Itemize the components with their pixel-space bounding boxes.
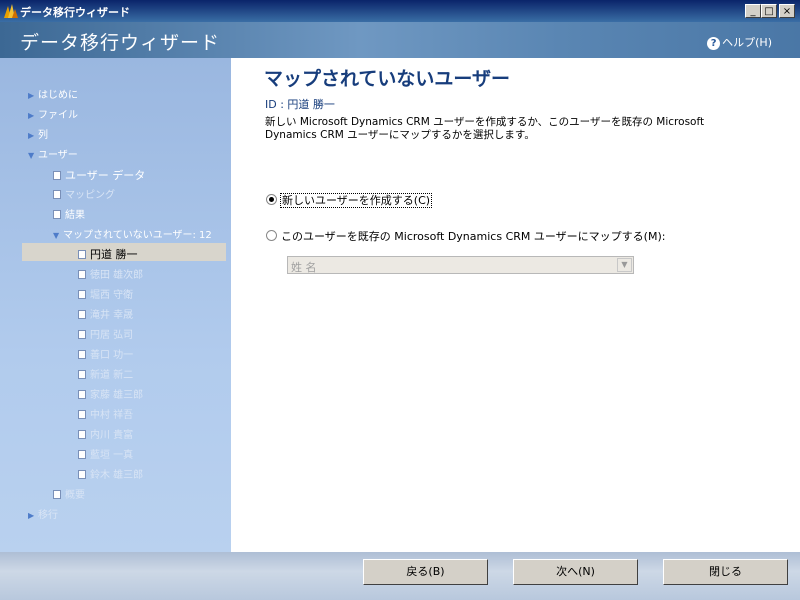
- dropdown-value: 姓 名: [291, 261, 317, 274]
- nav-user[interactable]: 藍垣 一真: [78, 446, 133, 461]
- nav-user-selected[interactable]: 円道 勝一: [78, 246, 138, 262]
- map-existing-user-option[interactable]: このユーザーを既存の Microsoft Dynamics CRM ユーザーにマ…: [266, 228, 665, 244]
- maximize-button[interactable]: □: [761, 4, 777, 18]
- nav-user[interactable]: 中村 祥吾: [78, 406, 133, 421]
- nav-item-columns[interactable]: ▶ 列: [28, 126, 48, 141]
- page-icon: [78, 270, 86, 279]
- nav-user[interactable]: 滝井 幸晟: [78, 306, 133, 321]
- page-icon: [53, 490, 61, 499]
- title-bar: データ移行ウィザード _ □ ×: [0, 0, 800, 22]
- instruction-text: 新しい Microsoft Dynamics CRM ユーザーを作成するか、この…: [265, 116, 705, 141]
- page-icon: [78, 370, 86, 379]
- radio-button-selected[interactable]: [266, 194, 277, 205]
- nav-item-users[interactable]: ▼ ユーザー: [28, 146, 78, 161]
- nav-user[interactable]: 新道 新二: [78, 366, 133, 381]
- page-icon: [53, 190, 61, 199]
- crm-user-dropdown[interactable]: 姓 名 ▼: [287, 256, 634, 274]
- triangle-down-icon: ▼: [53, 231, 60, 240]
- triangle-right-icon: ▶: [28, 511, 35, 520]
- create-new-user-label[interactable]: 新しいユーザーを作成する(C): [279, 193, 433, 208]
- window-title: データ移行ウィザード: [20, 6, 130, 19]
- app-logo-icon: [4, 4, 18, 18]
- help-icon: ?: [707, 37, 721, 50]
- page-icon: [53, 210, 61, 219]
- nav-user[interactable]: 鈴木 雄三郎: [78, 466, 143, 481]
- minimize-button[interactable]: _: [745, 4, 761, 18]
- page-icon: [78, 310, 86, 319]
- wizard-banner: データ移行ウィザード ? ヘルプ(H): [0, 22, 800, 58]
- page-icon: [78, 330, 86, 339]
- page-icon: [53, 171, 61, 180]
- close-button[interactable]: 閉じる: [663, 559, 788, 585]
- nav-user[interactable]: 善口 功一: [78, 346, 133, 361]
- nav-item-unmapped-users[interactable]: ▼ マップされていないユーザー: 12: [53, 226, 212, 241]
- nav-user[interactable]: 円居 弘司: [78, 326, 133, 341]
- nav-item-user-data[interactable]: ユーザー データ: [53, 167, 145, 183]
- nav-item-file[interactable]: ▶ ファイル: [28, 106, 78, 121]
- page-icon: [78, 450, 86, 459]
- help-link[interactable]: ? ヘルプ(H): [707, 34, 772, 50]
- back-button[interactable]: 戻る(B): [363, 559, 488, 585]
- nav-item-summary[interactable]: 概要: [53, 486, 85, 501]
- nav-user[interactable]: 家藤 雄三郎: [78, 386, 143, 401]
- close-window-button[interactable]: ×: [779, 4, 795, 18]
- next-button[interactable]: 次へ(N): [513, 559, 638, 585]
- nav-item-mapping[interactable]: マッピング: [53, 186, 115, 201]
- page-icon: [78, 410, 86, 419]
- create-new-user-option[interactable]: 新しいユーザーを作成する(C): [266, 192, 433, 208]
- triangle-right-icon: ▶: [28, 91, 35, 100]
- radio-button[interactable]: [266, 230, 277, 241]
- user-id-label: ID : 円道 勝一: [265, 98, 335, 111]
- page-icon: [78, 350, 86, 359]
- nav-user[interactable]: 堀西 守衛: [78, 286, 133, 301]
- nav-item-migration[interactable]: ▶ 移行: [28, 506, 58, 521]
- help-label: ヘルプ(H): [722, 36, 772, 49]
- page-icon: [78, 290, 86, 299]
- map-existing-user-label[interactable]: このユーザーを既存の Microsoft Dynamics CRM ユーザーにマ…: [281, 230, 665, 243]
- banner-title: データ移行ウィザード: [20, 32, 221, 54]
- page-heading: マップされていないユーザー: [264, 68, 511, 90]
- nav-user[interactable]: 徳田 雄次郎: [78, 266, 143, 281]
- triangle-right-icon: ▶: [28, 131, 35, 140]
- page-icon: [78, 250, 86, 259]
- nav-item-results[interactable]: 結果: [53, 206, 85, 221]
- nav-user[interactable]: 内川 貴富: [78, 426, 133, 441]
- nav-item-intro[interactable]: ▶ はじめに: [28, 86, 78, 101]
- page-icon: [78, 390, 86, 399]
- page-icon: [78, 430, 86, 439]
- chevron-down-icon[interactable]: ▼: [617, 258, 632, 272]
- triangle-down-icon: ▼: [28, 151, 35, 160]
- page-icon: [78, 470, 86, 479]
- triangle-right-icon: ▶: [28, 111, 35, 120]
